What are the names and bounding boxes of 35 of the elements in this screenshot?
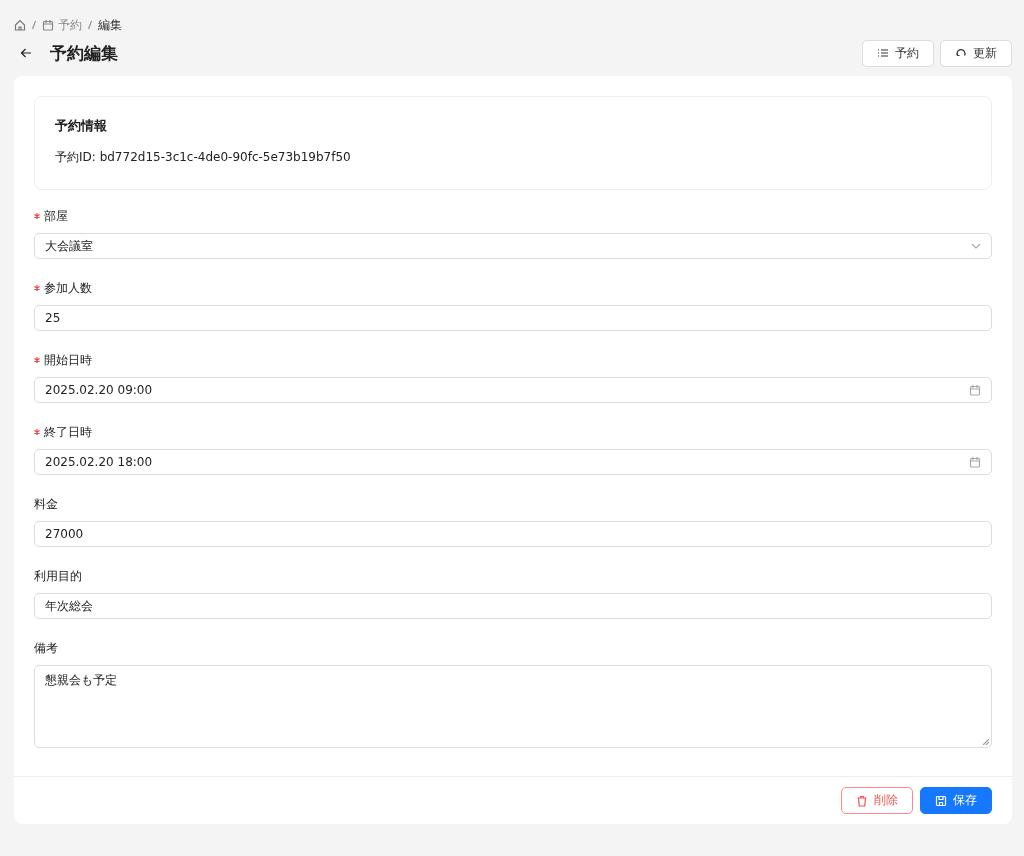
page-title: 予約編集 xyxy=(50,41,118,65)
date-field[interactable]: 2025.02.20 18:00 xyxy=(34,449,992,475)
delete-button[interactable]: 削除 xyxy=(841,787,913,814)
slash-separator-icon xyxy=(32,20,36,30)
chevron-down-icon xyxy=(971,241,981,251)
home-icon[interactable] xyxy=(14,19,26,31)
input-field[interactable]: 年次総会 xyxy=(34,593,992,619)
back-arrow-icon[interactable] xyxy=(20,47,32,59)
info-title: 予約情報 xyxy=(55,117,108,135)
refresh-icon xyxy=(955,47,967,59)
calendar-icon xyxy=(42,19,54,31)
field-label: 備考 xyxy=(34,639,58,657)
input-field[interactable]: 27000 xyxy=(34,521,992,547)
trash-icon xyxy=(856,794,868,807)
save-icon xyxy=(935,794,947,807)
date-field[interactable]: 2025.02.20 09:00 xyxy=(34,377,992,403)
textarea-field[interactable]: 懇親会も予定 xyxy=(34,665,992,748)
list-icon xyxy=(877,47,889,59)
resize-grip-icon xyxy=(983,739,989,745)
reservation-id: 予約ID: bd772d15-3c1c-4de0-90fc-5e73b19b7f50 xyxy=(55,149,352,166)
header-button[interactable]: 予約 xyxy=(862,39,934,67)
slash-separator-icon xyxy=(88,20,92,30)
field-label: 利用目的 xyxy=(34,567,82,585)
save-button[interactable]: 保存 xyxy=(920,787,992,814)
breadcrumb-current: 編集 xyxy=(98,16,122,34)
input-field[interactable]: 25 xyxy=(34,305,992,331)
header-button[interactable]: 更新 xyxy=(940,39,1012,67)
field-label: 参加人数 xyxy=(44,279,92,297)
field-label: 部屋 xyxy=(44,207,68,225)
calendar-icon xyxy=(969,456,981,468)
field-label: 開始日時 xyxy=(44,351,92,369)
field-label: 料金 xyxy=(34,495,58,513)
field-label: 終了日時 xyxy=(44,423,92,441)
calendar-icon xyxy=(969,384,981,396)
select-field[interactable]: 大会議室 xyxy=(34,233,992,259)
